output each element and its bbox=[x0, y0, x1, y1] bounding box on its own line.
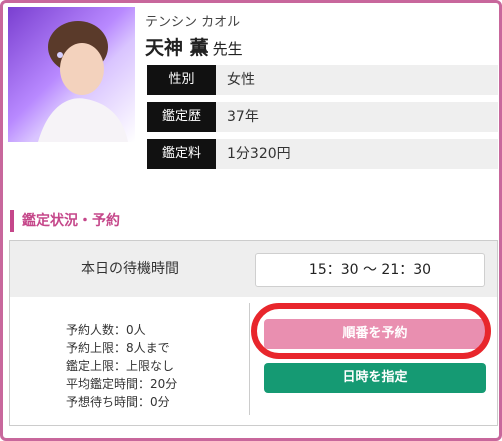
reservation-stats: 予約人数：0人 予約上限：8人まで 鑑定上限：上限なし 平均鑑定時間：20分 予… bbox=[66, 321, 177, 411]
profile-kana: テンシン カオル bbox=[145, 15, 241, 30]
stat-average-duration: 平均鑑定時間：20分 bbox=[66, 377, 178, 391]
profile-name: 天神 薫先生 bbox=[145, 33, 243, 60]
stat-reservations: 予約人数：0人 bbox=[66, 323, 146, 337]
info-label: 性別 bbox=[147, 65, 216, 95]
stat-reservation-limit: 予約上限：8人まで bbox=[66, 341, 170, 355]
profile-card: テンシン カオル 天神 薫先生 性別 女性 鑑定歴 37年 鑑定料 1分320円… bbox=[0, 0, 502, 441]
fortune-teller-portrait-image bbox=[8, 7, 135, 142]
info-row-fee: 鑑定料 1分320円 bbox=[147, 139, 498, 169]
info-value: 37年 bbox=[227, 109, 259, 125]
section-title: 鑑定状況・予約 bbox=[10, 210, 120, 232]
info-row-experience: 鑑定歴 37年 bbox=[147, 102, 498, 132]
wait-time-label: 本日の待機時間 bbox=[81, 261, 179, 277]
specify-datetime-button[interactable]: 日時を指定 bbox=[264, 363, 486, 393]
highlight-circle bbox=[251, 303, 491, 359]
wait-time-box: 本日の待機時間 15：30 ～ 21：30 bbox=[9, 240, 498, 299]
info-label: 鑑定料 bbox=[147, 139, 216, 169]
stat-expected-wait: 予想待ち時間：0分 bbox=[66, 395, 170, 409]
portrait-icon bbox=[38, 21, 128, 142]
panel-divider bbox=[249, 303, 250, 415]
profile-honorific: 先生 bbox=[212, 40, 243, 58]
info-value: 女性 bbox=[227, 72, 255, 88]
info-row-gender: 性別 女性 bbox=[147, 65, 498, 95]
wait-time-value: 15：30 ～ 21：30 bbox=[255, 253, 485, 287]
profile-name-text: 天神 薫 bbox=[145, 37, 209, 59]
info-value: 1分320円 bbox=[227, 146, 291, 162]
info-label: 鑑定歴 bbox=[147, 102, 216, 132]
stat-session-limit: 鑑定上限：上限なし bbox=[66, 359, 175, 373]
